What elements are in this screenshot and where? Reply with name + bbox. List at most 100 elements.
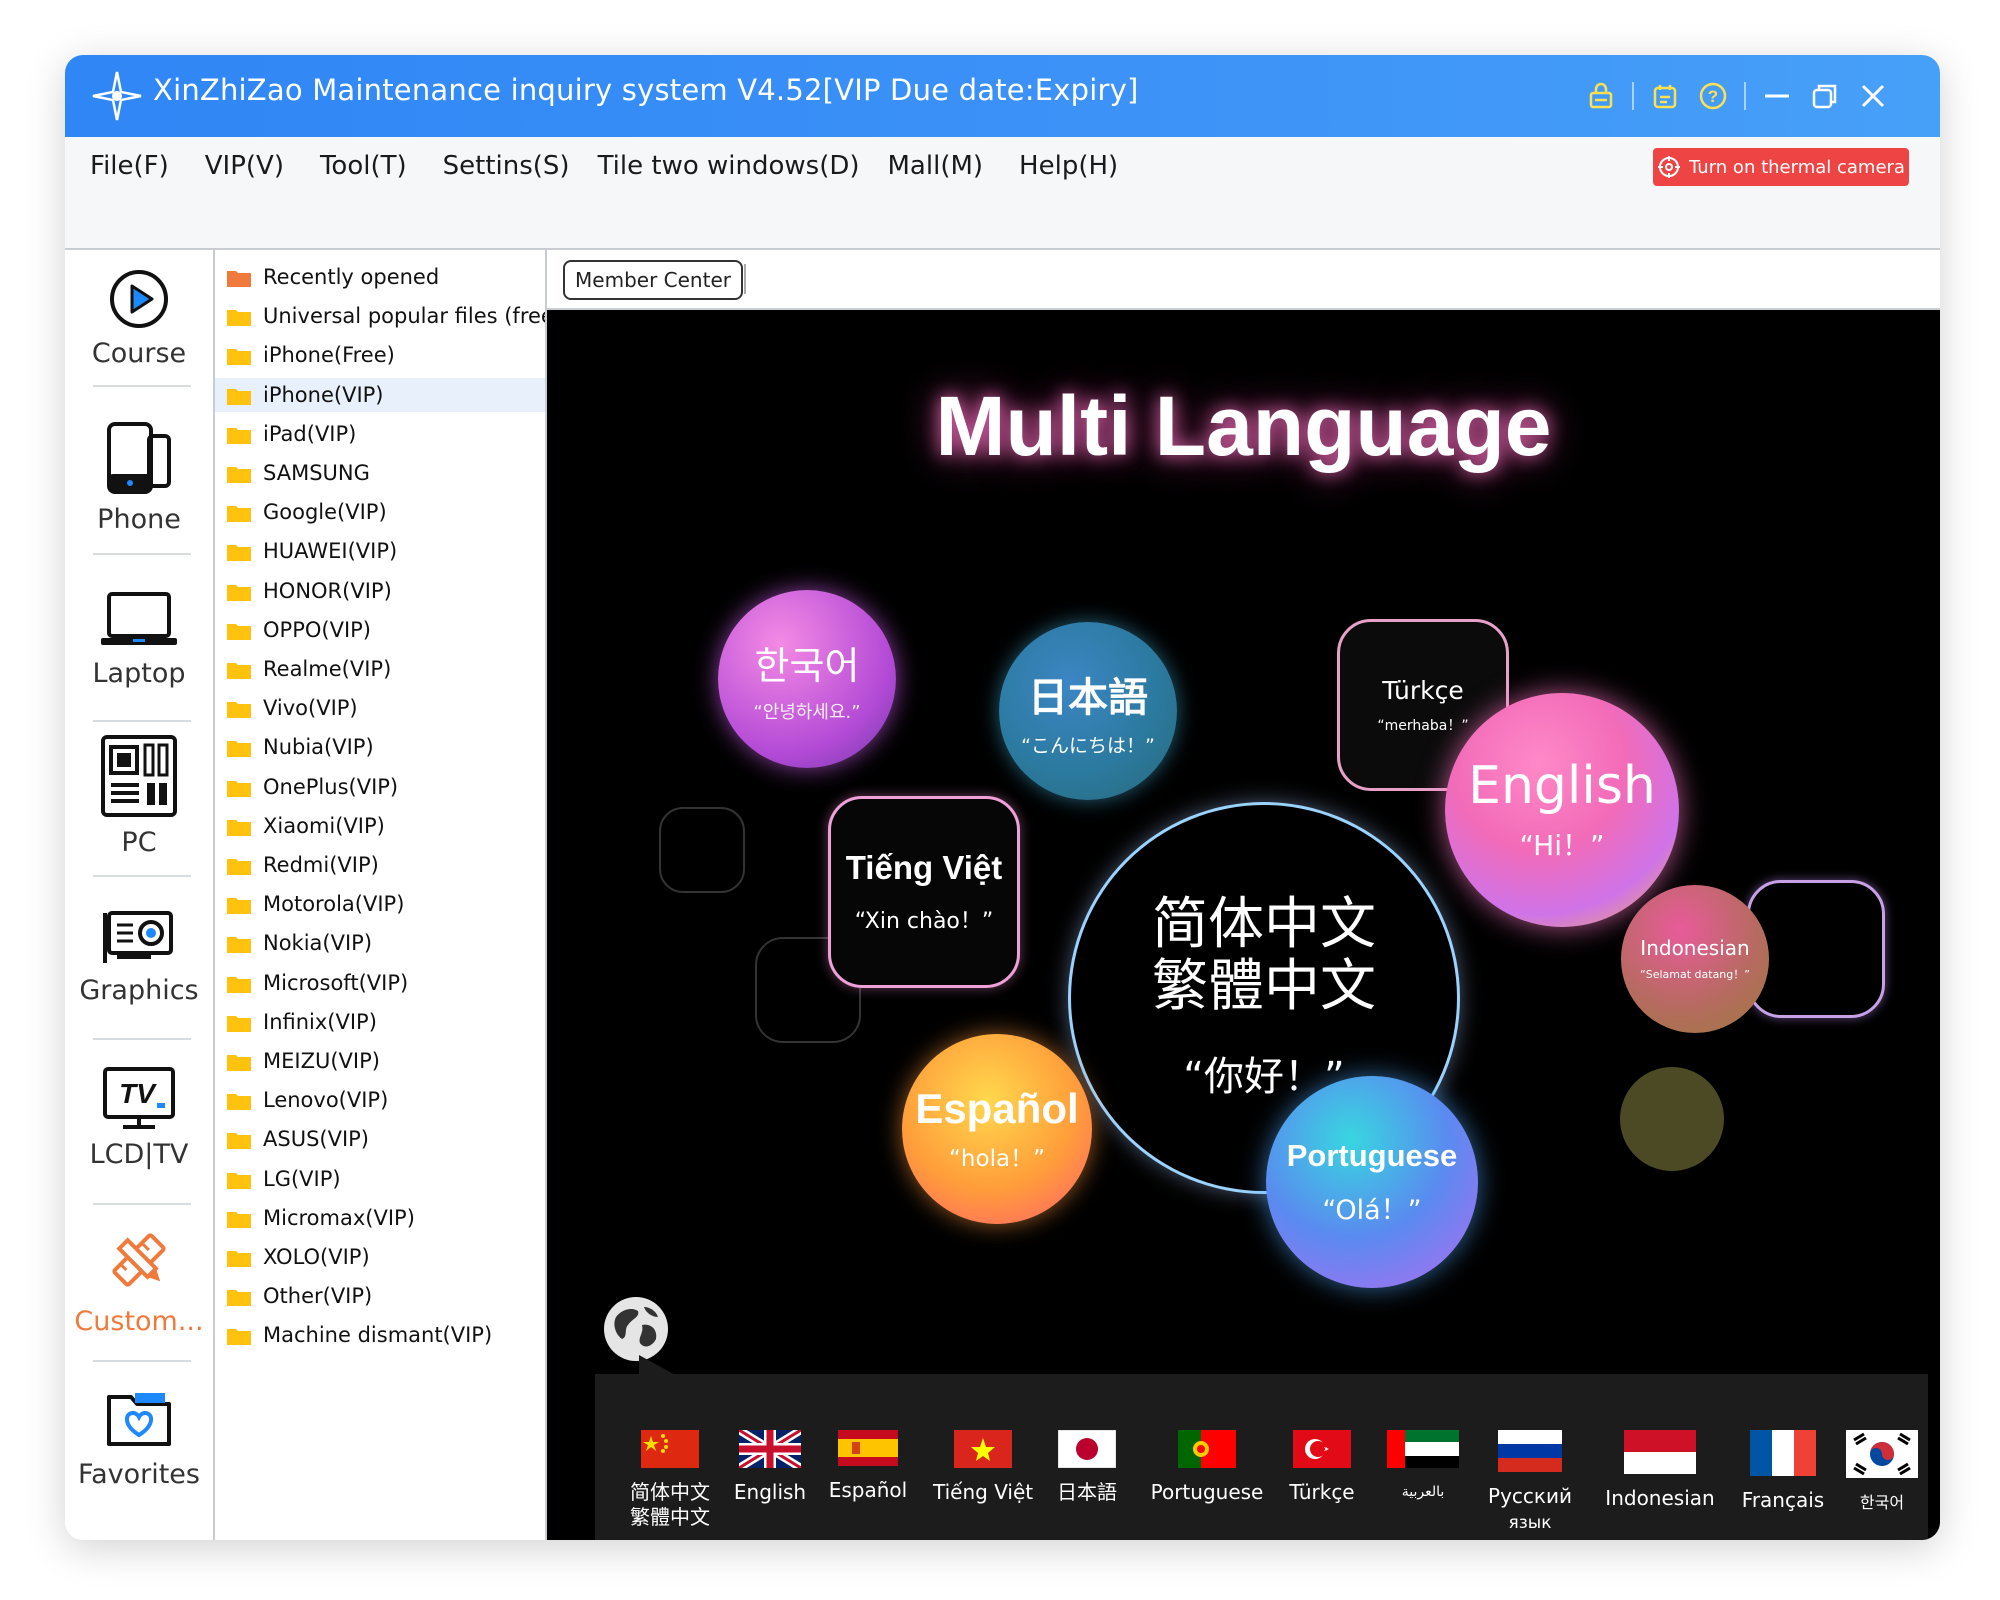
tree-item[interactable]: Realme(VIP)	[215, 652, 545, 686]
flag-item-japanese[interactable]: 日本語	[1047, 1429, 1127, 1505]
flag-item-turkish[interactable]: Türkçe	[1277, 1430, 1367, 1505]
folder-icon	[227, 621, 251, 640]
flag-label-french: Français	[1741, 1488, 1825, 1512]
nav-laptop-label: Laptop	[92, 658, 186, 689]
japanese-greet: “こんにちは！”	[1021, 734, 1155, 757]
nav-custom[interactable]: Custom...	[65, 1222, 213, 1337]
nav-pc[interactable]: PC	[65, 733, 213, 858]
language-flags-bar: 简体中文繁體中文 English Español Tiếng Việt 日本語	[595, 1374, 1928, 1540]
tree-item[interactable]: XOLO(VIP)	[215, 1240, 545, 1274]
nav-divider	[93, 720, 191, 722]
tree-item[interactable]: Nokia(VIP)	[215, 926, 545, 960]
tree-item[interactable]: OPPO(VIP)	[215, 613, 545, 647]
tree-item[interactable]: Motorola(VIP)	[215, 887, 545, 921]
tree-item-label: Nokia(VIP)	[263, 931, 373, 956]
nav-divider	[93, 385, 191, 387]
tree-item[interactable]: HONOR(VIP)	[215, 574, 545, 608]
globe-icon	[604, 1297, 668, 1361]
bubble-indonesian: Indonesian “Selamat datang！”	[1621, 885, 1769, 1033]
folder-icon	[227, 464, 251, 483]
indonesian-name: Indonesian	[1640, 936, 1750, 960]
folder-icon	[227, 660, 251, 679]
nav-laptop[interactable]: Laptop	[65, 588, 213, 689]
flag-item-french[interactable]: Français	[1733, 1430, 1833, 1513]
flag-item-chinese[interactable]: 简体中文 繁體中文	[625, 1430, 715, 1530]
flag-label-arabic: بالعربية	[1401, 1484, 1445, 1500]
tree-item[interactable]: HUAWEI(VIP)	[215, 534, 545, 568]
restore-icon[interactable]	[1808, 79, 1842, 113]
folder-icon	[227, 542, 251, 562]
tree-item[interactable]: ASUS(VIP)	[215, 1122, 545, 1156]
spain-flag	[838, 1430, 898, 1466]
lock-icon[interactable]	[1584, 79, 1618, 113]
flag-label-chinese: 简体中文 繁體中文	[630, 1480, 710, 1529]
folder-icon	[227, 1130, 251, 1150]
flag-item-indonesian[interactable]: Indonesian	[1595, 1430, 1725, 1511]
thermal-camera-label: Turn on thermal camera	[1689, 156, 1905, 178]
heart-folder-icon	[107, 1393, 171, 1446]
tree-item[interactable]: Vivo(VIP)	[215, 691, 545, 725]
flag-item-english[interactable]: English	[729, 1426, 811, 1505]
tab-member-center[interactable]: Member Center	[563, 260, 743, 300]
flag-item-russian[interactable]: Русский язык	[1475, 1430, 1585, 1536]
tree-item-label: iPhone(VIP)	[263, 382, 384, 407]
menu-file[interactable]: File(F)	[90, 151, 169, 181]
flag-item-arabic[interactable]: بالعربية	[1385, 1430, 1461, 1505]
nav-lcd-tv[interactable]: TV LCD|TV	[65, 1065, 213, 1170]
nav-graphics-label: Graphics	[79, 975, 199, 1006]
tree-item-label: iPhone(Free)	[263, 343, 395, 368]
japan-flag	[1057, 1429, 1117, 1469]
nav-favorites[interactable]: Favorites	[65, 1385, 213, 1490]
portuguese-name: Portuguese	[1286, 1137, 1458, 1173]
tree-item[interactable]: Lenovo(VIP)	[215, 1083, 545, 1117]
tree-item[interactable]: iPad(VIP)	[215, 417, 545, 451]
tree-item[interactable]: Microsoft(VIP)	[215, 966, 545, 1000]
tree-item[interactable]: Nubia(VIP)	[215, 730, 545, 764]
folder-icon	[227, 738, 251, 758]
bubble-spanish: Español “hola！”	[902, 1034, 1092, 1224]
nav-course[interactable]: Course	[65, 268, 213, 369]
china-flag	[641, 1430, 699, 1468]
flag-item-portuguese[interactable]: Portuguese	[1147, 1430, 1267, 1505]
flag-item-korean[interactable]: 한국어	[1837, 1430, 1927, 1515]
minimize-icon[interactable]	[1760, 79, 1794, 113]
menu-mall[interactable]: Mall(M)	[888, 151, 984, 181]
tree-item[interactable]: Machine dismant(VIP)	[215, 1318, 545, 1352]
tree-item[interactable]: iPhone(VIP)	[215, 377, 545, 412]
tree-item[interactable]: Other(VIP)	[215, 1279, 545, 1313]
folder-icon	[227, 856, 251, 875]
thermal-camera-button[interactable]: Turn on thermal camera	[1653, 148, 1909, 186]
tree-item[interactable]: OnePlus(VIP)	[215, 770, 545, 804]
tree-item[interactable]: Google(VIP)	[215, 495, 545, 529]
tree-item[interactable]: LG(VIP)	[215, 1162, 545, 1196]
nav-phone[interactable]: Phone	[65, 420, 213, 535]
nav-divider	[93, 1360, 191, 1362]
tree-item-label: LG(VIP)	[263, 1166, 341, 1191]
tree-item[interactable]: Micromax(VIP)	[215, 1201, 545, 1235]
tree-item[interactable]: Universal popular files (free)	[215, 299, 545, 333]
menu-tile-windows[interactable]: Tile two windows(D)	[598, 151, 860, 181]
flag-label-korean: 한국어	[1859, 1493, 1905, 1512]
menu-help[interactable]: Help(H)	[1019, 151, 1118, 181]
menu-vip[interactable]: VIP(V)	[205, 151, 284, 181]
calendar-icon[interactable]	[1648, 79, 1682, 113]
multi-language-banner: Multi Language 한국어 “안녕하세요.” 日本語 “こんにちは！”…	[547, 310, 1940, 1540]
tree-item[interactable]: Infinix(VIP)	[215, 1005, 545, 1039]
tree-item-label: HUAWEI(VIP)	[263, 539, 398, 564]
tree-item[interactable]: Recently opened	[215, 260, 545, 294]
turkish-name: Türkçe	[1382, 675, 1464, 705]
nav-graphics[interactable]: Graphics	[65, 905, 213, 1006]
flag-item-spanish[interactable]: Español	[827, 1430, 909, 1503]
menu-tool[interactable]: Tool(T)	[320, 151, 407, 181]
nav-divider	[93, 1038, 191, 1040]
help-icon[interactable]: ?	[1696, 79, 1730, 113]
window-title: XinZhiZao Maintenance inquiry system V4.…	[153, 73, 1139, 107]
tree-item[interactable]: Xiaomi(VIP)	[215, 809, 545, 843]
tree-item[interactable]: SAMSUNG	[215, 456, 545, 490]
tree-item[interactable]: MEIZU(VIP)	[215, 1044, 545, 1078]
tree-item[interactable]: iPhone(Free)	[215, 338, 545, 372]
menu-settings[interactable]: Settins(S)	[443, 151, 570, 181]
tree-item[interactable]: Redmi(VIP)	[215, 848, 545, 882]
close-icon[interactable]	[1856, 79, 1890, 113]
flag-item-vietnamese[interactable]: Tiếng Việt	[933, 1430, 1033, 1505]
